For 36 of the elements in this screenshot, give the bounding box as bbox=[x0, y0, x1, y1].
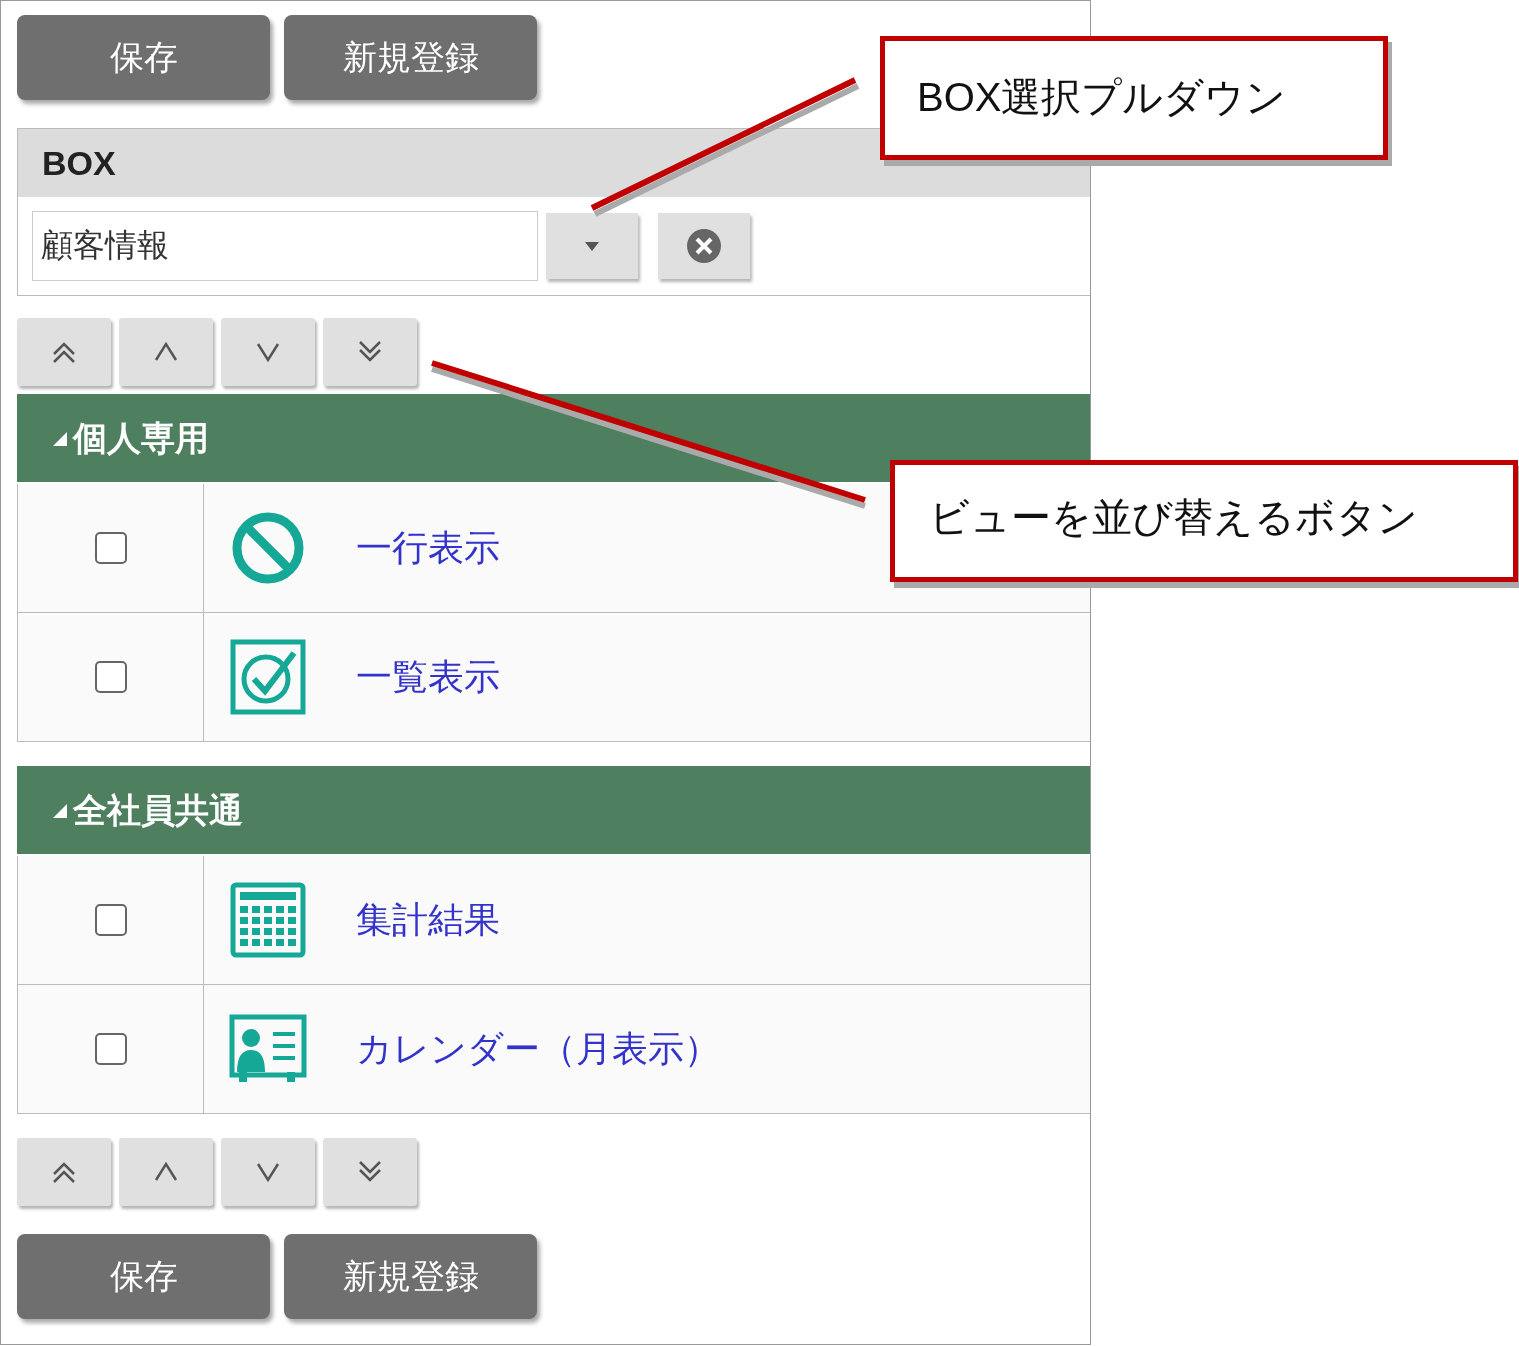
view-link[interactable]: カレンダー（月表示） bbox=[356, 1022, 720, 1076]
calculator-icon bbox=[230, 882, 306, 958]
sort-button[interactable] bbox=[119, 318, 213, 386]
callout-text: BOX選択プルダウン bbox=[917, 74, 1287, 121]
clear-button[interactable] bbox=[658, 213, 750, 279]
sort-button[interactable] bbox=[323, 1138, 417, 1206]
box-select-field[interactable]: 顧客情報 bbox=[32, 211, 538, 281]
clear-icon bbox=[686, 228, 722, 264]
new-entry-button[interactable]: 新規登録 bbox=[284, 15, 537, 100]
save-button[interactable]: 保存 bbox=[17, 15, 270, 100]
checkbox-check-icon bbox=[230, 639, 306, 715]
row-checkbox[interactable] bbox=[94, 904, 127, 936]
row-checkbox[interactable] bbox=[94, 532, 127, 564]
prohibited-icon bbox=[231, 511, 305, 585]
sort-button[interactable] bbox=[17, 318, 111, 386]
caret-icon bbox=[583, 240, 601, 252]
dropdown-button[interactable] bbox=[546, 213, 638, 279]
group-header[interactable]: 個人専用 bbox=[17, 394, 1090, 482]
group-title: 全社員共通 bbox=[73, 789, 243, 831]
row-checkbox[interactable] bbox=[94, 661, 127, 693]
new-entry-button[interactable]: 新規登録 bbox=[284, 1234, 537, 1319]
group-title: 個人専用 bbox=[73, 417, 209, 459]
view-link[interactable]: 集計結果 bbox=[356, 893, 500, 947]
sort-button[interactable] bbox=[323, 318, 417, 386]
group-header[interactable]: 全社員共通 bbox=[17, 766, 1090, 854]
save-button[interactable]: 保存 bbox=[17, 1234, 270, 1319]
sort-button[interactable] bbox=[221, 318, 315, 386]
sort-button[interactable] bbox=[119, 1138, 213, 1206]
view-link[interactable]: 一行表示 bbox=[356, 521, 500, 575]
id-card-icon bbox=[229, 1014, 307, 1084]
sort-button[interactable] bbox=[17, 1138, 111, 1206]
box-title: BOX bbox=[42, 142, 116, 184]
row-checkbox[interactable] bbox=[94, 1033, 127, 1065]
view-link[interactable]: 一覧表示 bbox=[356, 650, 500, 704]
callout-text: ビューを並び替えるボタン bbox=[929, 494, 1418, 541]
sort-button[interactable] bbox=[221, 1138, 315, 1206]
